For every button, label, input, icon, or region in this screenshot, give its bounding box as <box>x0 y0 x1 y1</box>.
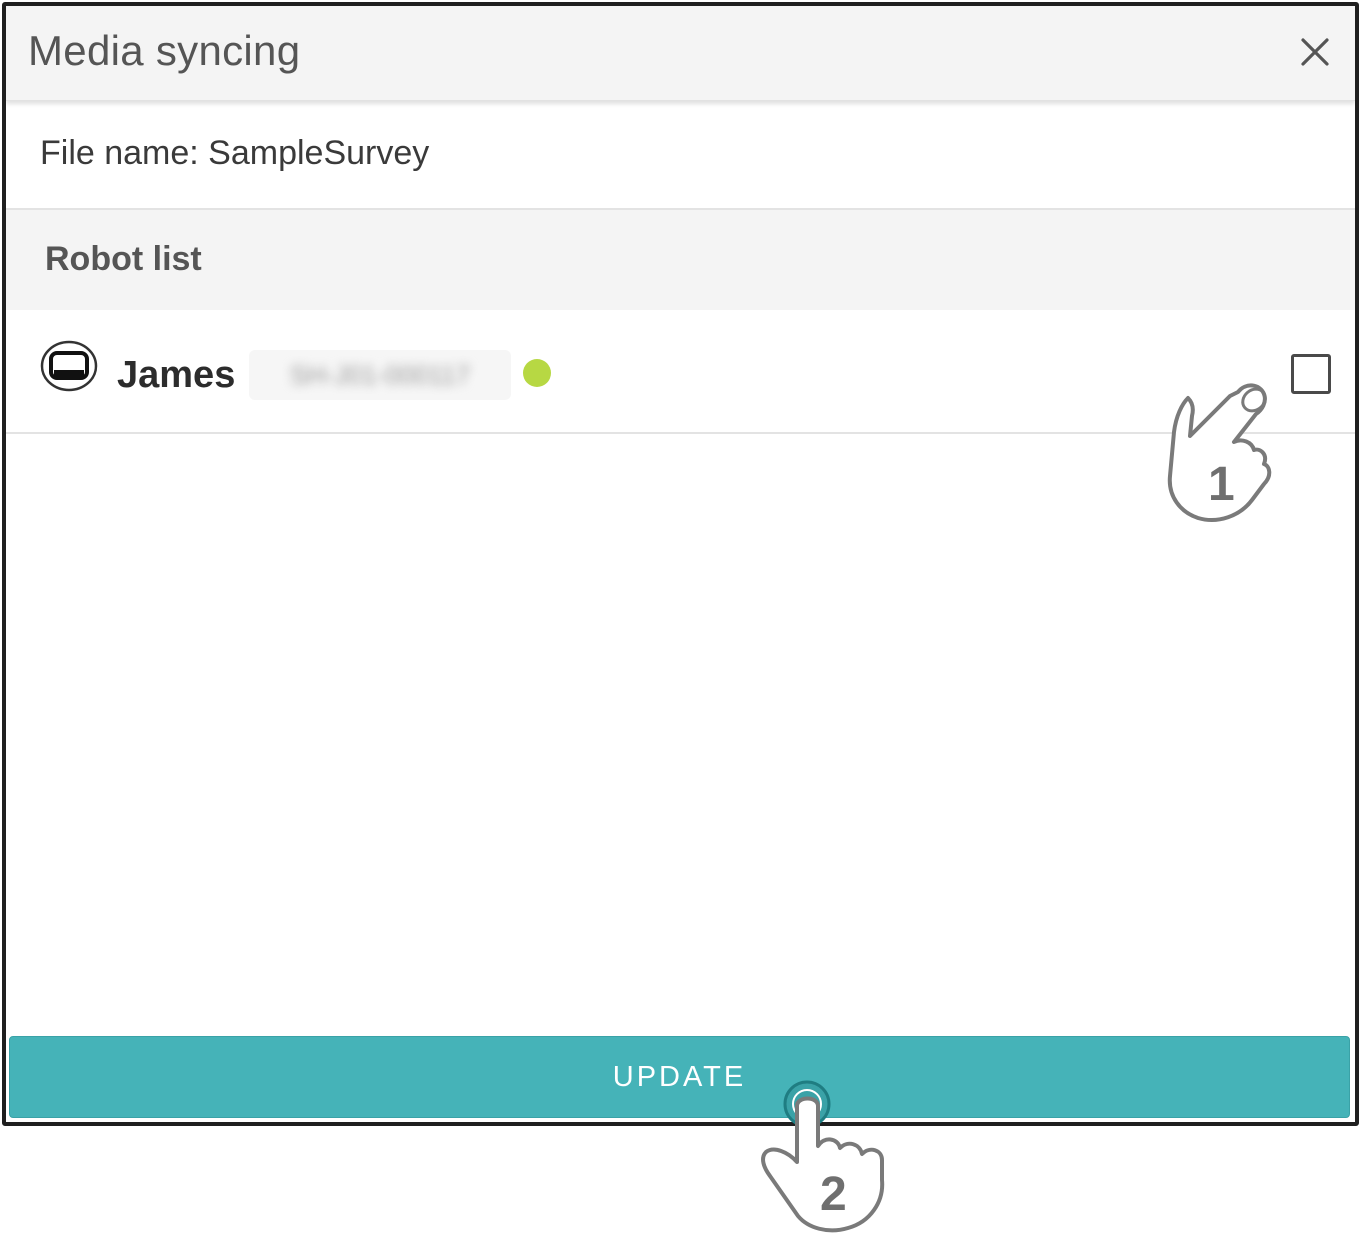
dialog-header: Media syncing <box>6 6 1355 101</box>
update-button-label: UPDATE <box>612 1061 747 1093</box>
dialog-title: Media syncing <box>28 27 301 74</box>
close-icon <box>1301 38 1329 66</box>
media-syncing-dialog: Media syncing File name: SampleSurvey Ro… <box>2 2 1359 1126</box>
close-button[interactable] <box>1295 32 1335 72</box>
update-button[interactable]: UPDATE <box>9 1036 1350 1118</box>
file-name-label: File name: SampleSurvey <box>40 134 430 172</box>
robot-screen-icon <box>40 340 98 392</box>
robot-id-text: SH-J01-000117 <box>289 360 471 390</box>
tap-hand-icon-step-2: 2 <box>761 1080 885 1233</box>
robot-list-title: Robot list <box>45 240 202 278</box>
file-name-row: File name: SampleSurvey <box>6 104 1355 210</box>
robot-name: James <box>117 354 236 396</box>
robot-list-header: Robot list <box>6 210 1355 310</box>
robot-id-blurred: SH-J01-000117 <box>249 350 511 400</box>
robot-list-item[interactable]: James SH-J01-000117 <box>6 310 1355 434</box>
status-online-dot <box>523 359 551 387</box>
step-1-number: 1 <box>1208 458 1235 511</box>
step-2-number: 2 <box>820 1168 847 1221</box>
tap-hand-icon-step-1: 1 <box>1167 383 1272 522</box>
robot-select-checkbox[interactable] <box>1291 354 1331 394</box>
